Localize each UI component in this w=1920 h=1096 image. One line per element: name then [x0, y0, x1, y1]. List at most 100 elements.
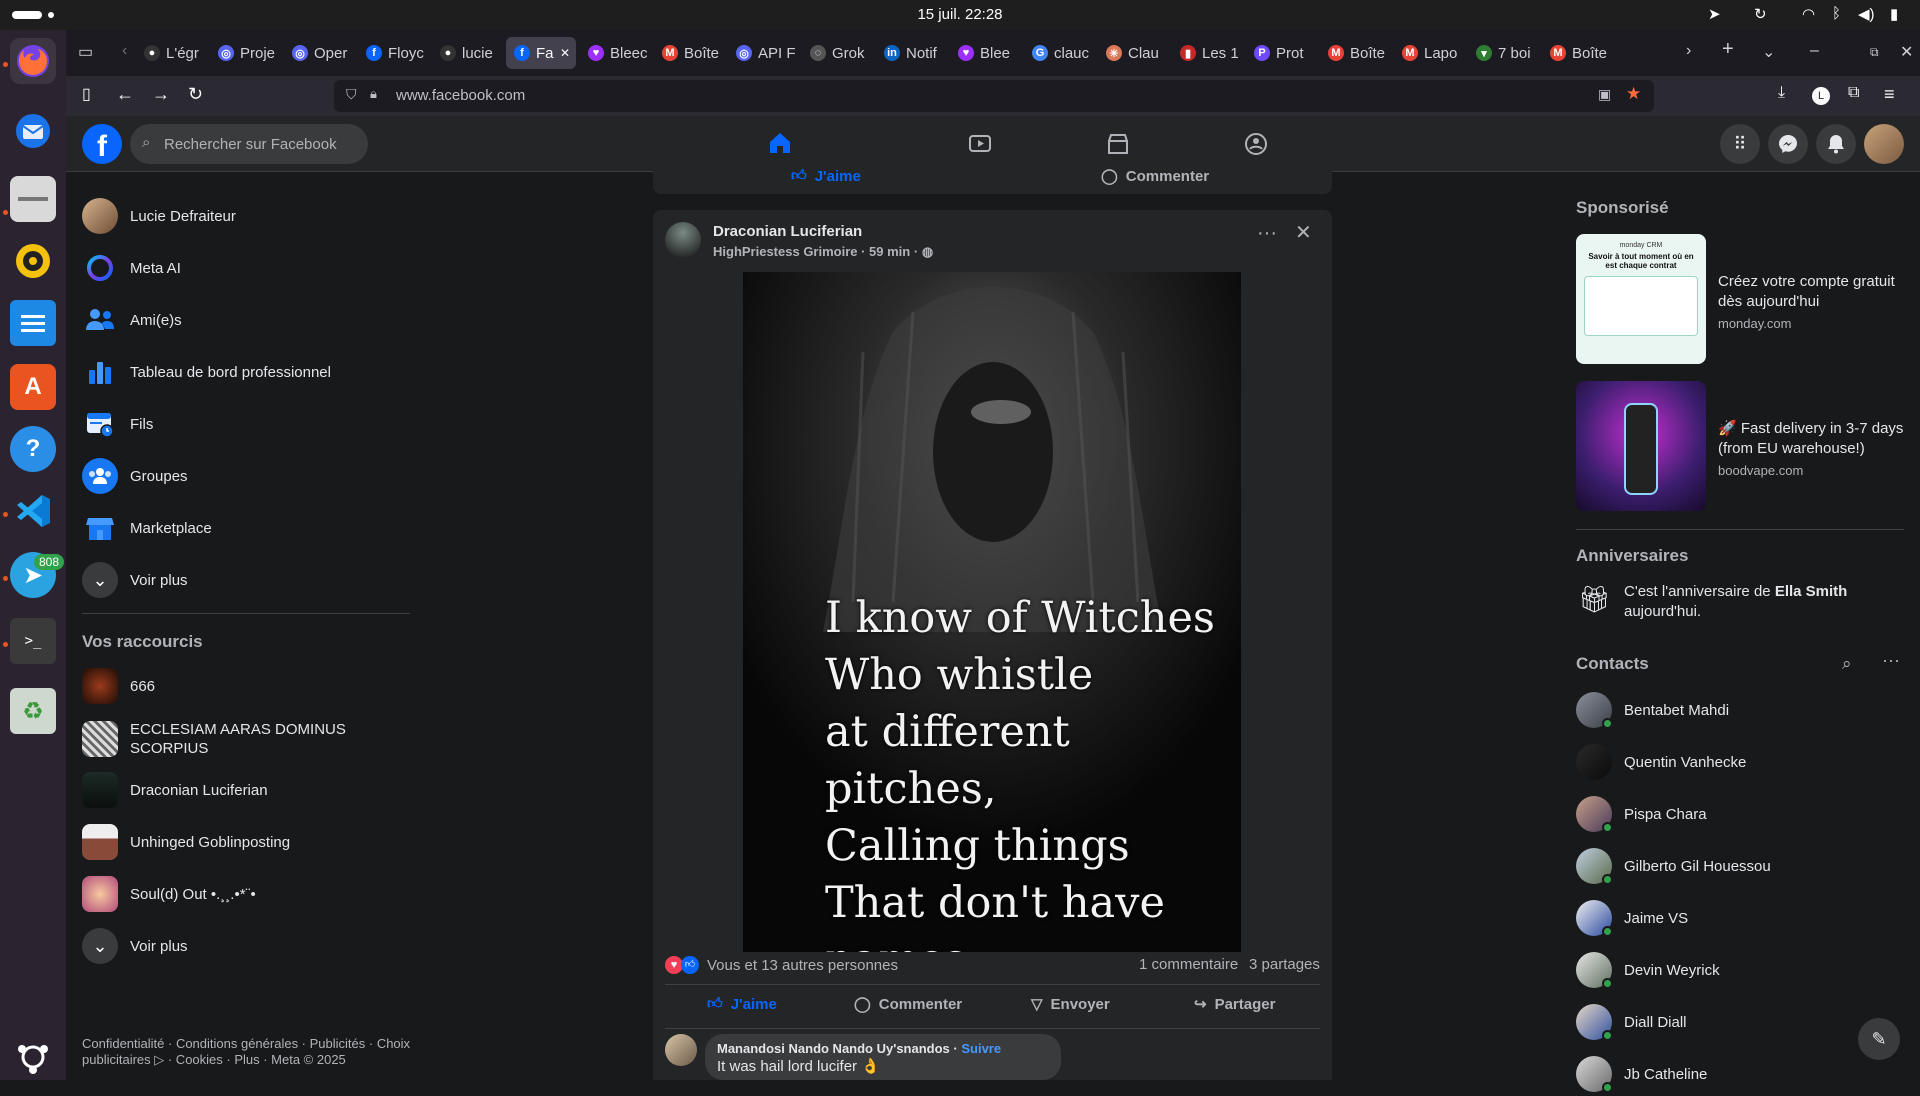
shortcut-item[interactable]: Unhinged Goblinposting: [82, 818, 422, 866]
tab[interactable]: f Fa ✕: [506, 37, 576, 69]
new-message-icon[interactable]: ✎: [1858, 1018, 1900, 1060]
post-more-options-icon[interactable]: ···: [1257, 222, 1277, 245]
tab[interactable]: P Prot: [1246, 37, 1316, 69]
url-bar[interactable]: ⛉ 🔒︎ www.facebook.com ▣ ★: [334, 80, 1654, 112]
tab[interactable]: M Lapo: [1394, 37, 1464, 69]
list-all-tabs-icon[interactable]: ⌄: [1762, 42, 1775, 62]
post-author-avatar[interactable]: [665, 222, 701, 258]
reload-icon[interactable]: ↻: [188, 84, 203, 105]
shortcut-item[interactable]: Soul(d) Out •.¸¸.•*¨•: [82, 870, 422, 918]
previous-comment-button[interactable]: ◯ Commenter: [1101, 167, 1209, 186]
contact-item[interactable]: Devin Weyrick: [1576, 948, 1906, 992]
downloads-icon[interactable]: ⤓: [1778, 84, 1785, 102]
messenger-icon[interactable]: [1768, 124, 1808, 164]
tab[interactable]: M Boîte: [1542, 37, 1612, 69]
search-box[interactable]: ⌕: [130, 124, 368, 164]
thunderbird-icon[interactable]: [10, 108, 56, 154]
tab[interactable]: ▮ Les 1: [1172, 37, 1242, 69]
sidebar-toggle-icon[interactable]: ▯: [82, 84, 91, 104]
tab[interactable]: ● lucie: [432, 37, 502, 69]
firefox-view-icon[interactable]: ▭: [78, 42, 93, 62]
tab[interactable]: M Boîte: [654, 37, 724, 69]
app-center-icon[interactable]: A: [10, 364, 56, 410]
send-button[interactable]: ▽ Envoyer: [1031, 995, 1110, 1014]
sidebar-see-more-button[interactable]: ⌄ Voir plus: [82, 556, 422, 604]
wifi-icon[interactable]: ◠: [1802, 5, 1815, 23]
shortcut-item[interactable]: 666: [82, 662, 422, 710]
tab[interactable]: in Notif: [876, 37, 946, 69]
contact-item[interactable]: Jb Catheline: [1576, 1052, 1906, 1096]
restore-icon[interactable]: ⧉: [1870, 45, 1879, 60]
contacts-search-icon[interactable]: ⌕: [1842, 654, 1852, 674]
picture-in-picture-icon[interactable]: ▣: [1598, 86, 1611, 103]
forward-icon[interactable]: →: [152, 84, 170, 105]
tab[interactable]: ▾ 7 boi: [1468, 37, 1538, 69]
contact-item[interactable]: Diall Diall: [1576, 1000, 1906, 1044]
post-image[interactable]: I know of Witches Who whistle at differe…: [743, 272, 1241, 952]
back-icon[interactable]: ←: [116, 84, 134, 105]
sponsored-ad[interactable]: monday CRM Savoir à tout moment où en es…: [1576, 234, 1906, 364]
follow-button[interactable]: Suivre: [961, 1041, 1001, 1056]
sidebar-item-marketplace[interactable]: Marketplace: [82, 504, 422, 552]
comment-author[interactable]: Manandosi Nando Nando Uy'snandos: [717, 1041, 950, 1056]
firefox-icon[interactable]: [10, 38, 56, 84]
volume-icon[interactable]: ◀): [1858, 5, 1875, 23]
new-tab-icon[interactable]: +: [1722, 38, 1734, 61]
tab[interactable]: Gclauc: [1024, 37, 1094, 69]
reaction-summary[interactable]: ♥ 👍︎ Vous et 13 autres personnes: [665, 956, 898, 974]
terminal-icon[interactable]: >_: [10, 618, 56, 664]
trash-icon[interactable]: ♻: [10, 688, 56, 734]
sidebar-item-profile[interactable]: Lucie Defraiteur: [82, 192, 422, 240]
tab[interactable]: ◌ Grok: [802, 37, 872, 69]
notifications-bell-icon[interactable]: [1816, 124, 1856, 164]
bookmark-star-icon[interactable]: ★: [1626, 84, 1641, 104]
tab[interactable]: ♥ Blee: [950, 37, 1020, 69]
vscode-icon[interactable]: [10, 488, 56, 534]
contact-item[interactable]: Bentabet Mahdi: [1576, 688, 1906, 732]
tab[interactable]: ✳ Clau: [1098, 37, 1168, 69]
telegram-tray-icon[interactable]: ➤: [1708, 5, 1721, 23]
comments-count[interactable]: 1 commentaire: [1139, 956, 1238, 973]
system-clock[interactable]: 15 juil. 22:28: [0, 6, 1920, 23]
tab[interactable]: ◎ Oper: [284, 37, 354, 69]
tab[interactable]: M Boîte: [1320, 37, 1390, 69]
shortcut-item[interactable]: Draconian Luciferian: [82, 766, 422, 814]
tab[interactable]: ◎ Proje: [210, 37, 280, 69]
facebook-logo[interactable]: f: [82, 124, 122, 164]
contacts-more-icon[interactable]: ···: [1882, 650, 1900, 671]
comment-button[interactable]: ◯ Commenter: [854, 995, 962, 1014]
account-icon[interactable]: L: [1812, 87, 1830, 105]
birthday-notice[interactable]: C'est l'anniversaire de Ella Smith aujou…: [1624, 582, 1904, 622]
battery-icon[interactable]: ▮: [1890, 5, 1898, 23]
menu-grid-icon[interactable]: ⠿: [1720, 124, 1760, 164]
rhythmbox-icon[interactable]: [10, 238, 56, 284]
sidebar-item-meta-ai[interactable]: Meta AI: [82, 244, 422, 292]
help-icon[interactable]: ?: [10, 426, 56, 472]
tab[interactable]: ♥ Bleec: [580, 37, 650, 69]
previous-like-button[interactable]: 👍︎ J'aime: [791, 167, 861, 185]
post-author-name[interactable]: Draconian Luciferian: [713, 223, 862, 240]
commenter-avatar[interactable]: [665, 1034, 697, 1066]
files-icon[interactable]: [10, 176, 56, 222]
sidebar-item-feeds[interactable]: Fils: [82, 400, 422, 448]
tab[interactable]: ● L'égr: [136, 37, 206, 69]
sidebar-item-groups[interactable]: Groupes: [82, 452, 422, 500]
tracking-shield-icon[interactable]: ⛉: [346, 86, 357, 103]
profile-avatar[interactable]: [1864, 124, 1904, 164]
tab[interactable]: ◎ API F: [728, 37, 798, 69]
search-input[interactable]: [164, 124, 364, 164]
bluetooth-icon[interactable]: ᛒ: [1832, 5, 1841, 22]
post-subline-text[interactable]: HighPriestess Grimoire · 59 min ·: [713, 244, 918, 259]
close-tab-icon[interactable]: ✕: [560, 46, 570, 60]
writer-icon[interactable]: [10, 300, 56, 346]
shortcut-item[interactable]: ECCLESIAM AARAS DOMINUS SCORPIUS: [82, 714, 422, 764]
scroll-tabs-left-icon[interactable]: ‹: [122, 42, 127, 60]
contact-item[interactable]: Quentin Vanhecke: [1576, 740, 1906, 784]
lock-icon[interactable]: 🔒︎: [370, 86, 377, 102]
window-close-icon[interactable]: ✕: [1900, 42, 1913, 62]
contact-item[interactable]: Jaime VS: [1576, 896, 1906, 940]
app-menu-icon[interactable]: ≡: [1884, 84, 1895, 105]
footer-links[interactable]: Confidentialité · Conditions générales ·…: [82, 1036, 422, 1068]
post-close-icon[interactable]: ✕: [1295, 220, 1312, 245]
show-apps-icon[interactable]: [10, 1034, 56, 1080]
